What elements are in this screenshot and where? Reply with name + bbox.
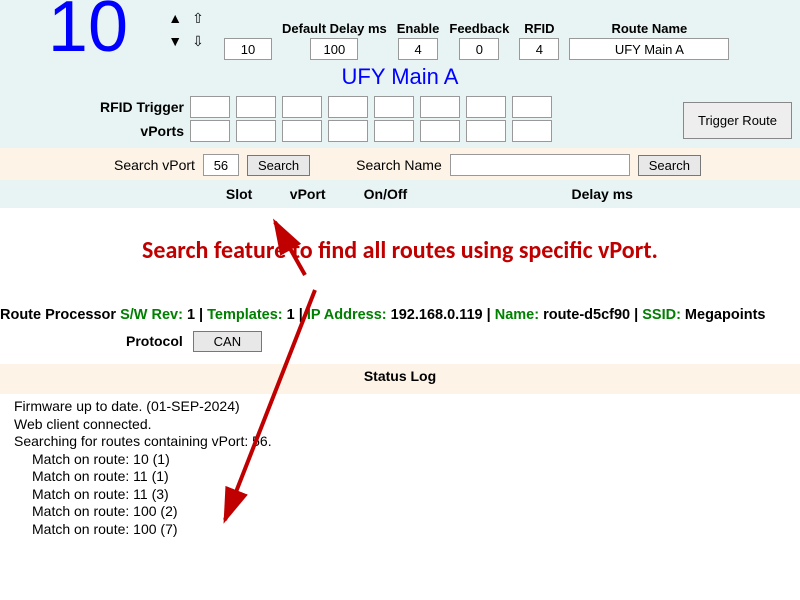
rfid-trigger-7[interactable] — [466, 96, 506, 118]
search-vport-label: Search vPort — [114, 157, 195, 173]
proc-ip-label: IP Address: — [307, 307, 387, 323]
route-name-label: Route Name — [611, 6, 687, 36]
enable-input[interactable] — [398, 38, 438, 60]
proc-name: route-d5cf90 — [539, 307, 634, 323]
vport-6[interactable] — [420, 120, 460, 142]
annotation-text: Search feature to find all routes using … — [0, 236, 800, 265]
triangle-up-icon[interactable]: ▲ — [168, 10, 182, 27]
enable-label: Enable — [397, 6, 440, 36]
default-delay-input[interactable] — [310, 38, 358, 60]
col-vport: vPort — [290, 186, 360, 202]
protocol-button[interactable]: CAN — [193, 331, 262, 352]
vports-inputs — [190, 120, 552, 142]
rfid-trigger-inputs — [190, 96, 552, 118]
blank-label — [246, 6, 250, 36]
vports-label: vPorts — [8, 123, 184, 139]
vport-7[interactable] — [466, 120, 506, 142]
proc-ip: 192.168.0.119 — [387, 307, 487, 323]
proc-tpl-label: Templates: — [207, 307, 282, 323]
rfid-trigger-3[interactable] — [282, 96, 322, 118]
protocol-row: Protocol CAN — [0, 325, 800, 356]
search-name-input[interactable] — [450, 154, 630, 176]
vport-3[interactable] — [282, 120, 322, 142]
route-name-input[interactable] — [569, 38, 729, 60]
proc-ssid: Megapoints — [681, 307, 766, 323]
top-panel: 10 ▲ ⇧ ▼ ⇩ Default Delay ms Enable — [0, 0, 800, 148]
proc-sw-label: S/W Rev: — [120, 307, 183, 323]
search-name-button[interactable]: Search — [638, 155, 701, 176]
log-match: Match on route: 11 (1) — [14, 468, 786, 486]
col-delay: Delay ms — [571, 186, 632, 202]
proc-tpl: 1 — [283, 307, 299, 323]
log-match: Match on route: 11 (3) — [14, 486, 786, 504]
protocol-label: Protocol — [126, 333, 183, 349]
default-delay-label: Default Delay ms — [282, 6, 387, 36]
proc-ssid-label: SSID: — [642, 307, 681, 323]
sort-arrows: ▲ ⇧ ▼ ⇩ — [156, 6, 216, 50]
search-vport-input[interactable] — [203, 154, 239, 176]
log-line: Searching for routes containing vPort: 5… — [14, 433, 786, 451]
vport-5[interactable] — [374, 120, 414, 142]
proc-sw: 1 — [183, 307, 199, 323]
log-match: Match on route: 100 (2) — [14, 503, 786, 521]
feedback-input[interactable] — [459, 38, 499, 60]
route-number: 10 — [8, 6, 148, 49]
arrow-up-icon[interactable]: ⇧ — [192, 10, 204, 27]
route-title: UFY Main A — [8, 64, 792, 90]
rfid-trigger-8[interactable] — [512, 96, 552, 118]
rfid-trigger-6[interactable] — [420, 96, 460, 118]
vport-8[interactable] — [512, 120, 552, 142]
feedback-label: Feedback — [449, 6, 509, 36]
search-name-label: Search Name — [356, 157, 442, 173]
vport-1[interactable] — [190, 120, 230, 142]
rfid-trigger-5[interactable] — [374, 96, 414, 118]
rfid-trigger-4[interactable] — [328, 96, 368, 118]
rfid-trigger-label: RFID Trigger — [8, 99, 184, 115]
log-match: Match on route: 100 (7) — [14, 521, 786, 539]
log-line: Web client connected. — [14, 416, 786, 434]
triangle-down-icon[interactable]: ▼ — [168, 33, 182, 50]
rfid-input[interactable] — [519, 38, 559, 60]
proc-name-label: Name: — [495, 307, 539, 323]
proc-prefix: Route Processor — [0, 307, 120, 323]
arrow-down-icon[interactable]: ⇩ — [192, 33, 204, 50]
col-onoff: On/Off — [364, 186, 454, 202]
log-match: Match on route: 10 (1) — [14, 451, 786, 469]
value-input[interactable] — [224, 38, 272, 60]
trigger-route-button[interactable]: Trigger Route — [683, 102, 792, 139]
status-log: Firmware up to date. (01-SEP-2024) Web c… — [0, 394, 800, 542]
processor-info: Route Processor S/W Rev: 1 | Templates: … — [0, 305, 800, 325]
search-bar: Search vPort Search Search Name Search — [0, 148, 800, 180]
column-headers: Slot vPort On/Off Delay ms — [0, 180, 800, 208]
vport-4[interactable] — [328, 120, 368, 142]
rfid-label: RFID — [524, 6, 554, 36]
rfid-trigger-1[interactable] — [190, 96, 230, 118]
col-slot: Slot — [226, 186, 286, 202]
status-log-header: Status Log — [0, 364, 800, 394]
log-line: Firmware up to date. (01-SEP-2024) — [14, 398, 786, 416]
search-vport-button[interactable]: Search — [247, 155, 310, 176]
vport-2[interactable] — [236, 120, 276, 142]
rfid-trigger-2[interactable] — [236, 96, 276, 118]
